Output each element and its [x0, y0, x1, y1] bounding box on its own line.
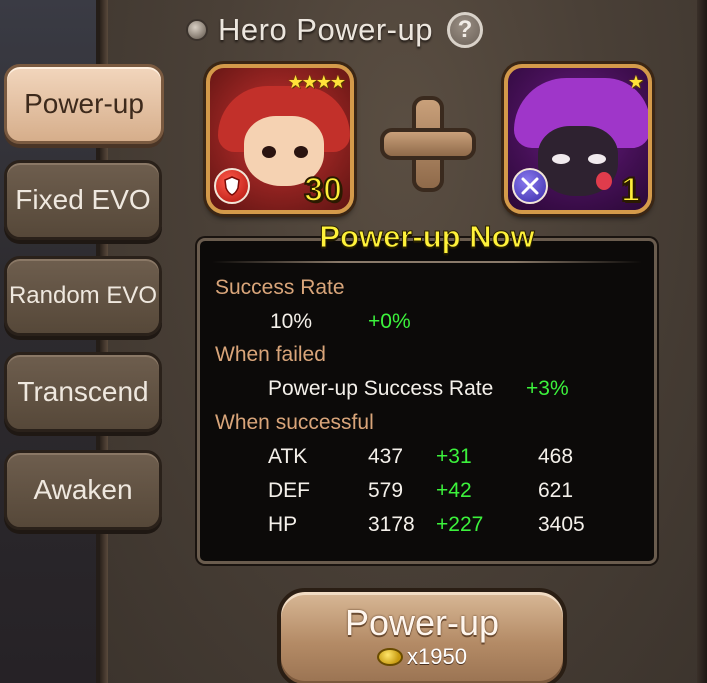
tab-random-evo[interactable]: Random EVO [4, 256, 162, 336]
cost-amount: x1950 [407, 644, 467, 669]
hero-eye-right [294, 146, 308, 158]
tab-power-up[interactable]: Power-up [4, 64, 164, 144]
failed-stat-bonus: +3% [526, 377, 569, 400]
stat-bonus-hp: +227 [436, 513, 484, 536]
hero-level: 30 [303, 170, 343, 210]
shield-icon [214, 168, 250, 204]
when-successful-label: When successful [215, 411, 374, 434]
failed-stat-label: Power-up Success Rate [268, 377, 494, 400]
power-up-info-panel: Power-up Now Success Rate 10% +0% When f… [197, 219, 657, 564]
tab-transcend[interactable]: Transcend [4, 352, 162, 432]
stat-current-hp: 3178 [368, 513, 415, 536]
page-title: Hero Power-up [218, 12, 433, 47]
hero-eye-left [262, 146, 276, 158]
tab-fixed-evo[interactable]: Fixed EVO [4, 160, 162, 240]
panel-right-border [697, 0, 707, 683]
info-title: Power-up Now [319, 219, 535, 255]
main-hero-card[interactable]: ★★★★ 30 [206, 64, 354, 214]
power-up-cost: x1950 [281, 644, 563, 670]
stat-name-def: DEF [268, 479, 310, 502]
material-hero-eye-left [552, 154, 570, 164]
material-star-rating: ★ [627, 72, 644, 92]
stat-current-def: 579 [368, 479, 404, 502]
info-divider [212, 261, 642, 263]
stat-result-hp: 3405 [538, 513, 585, 536]
stat-bonus-atk: +31 [436, 445, 472, 468]
tab-awaken[interactable]: Awaken [4, 450, 162, 530]
material-hero-card[interactable]: ★ 1 [504, 64, 652, 214]
stat-current-atk: 437 [368, 445, 404, 468]
stat-name-atk: ATK [268, 445, 308, 468]
material-hero-eye-right [588, 154, 606, 164]
success-rate-bonus: +0% [368, 310, 411, 333]
material-level: 1 [620, 170, 641, 210]
success-rate-label: Success Rate [215, 276, 345, 299]
crossed-swords-icon [512, 168, 548, 204]
panel-header: Hero Power-up ? [186, 8, 483, 52]
stat-result-def: 621 [538, 479, 574, 502]
success-rate-value: 10% [270, 310, 313, 333]
stat-bonus-def: +42 [436, 479, 472, 502]
material-hero-mouth [596, 172, 612, 190]
header-bullet-icon [186, 19, 208, 41]
help-button[interactable]: ? [446, 12, 483, 48]
power-up-button-label: Power-up [344, 602, 500, 643]
plus-icon [380, 96, 476, 192]
stat-name-hp: HP [268, 513, 298, 536]
power-up-button[interactable]: Power-up x1950 [277, 588, 567, 683]
when-failed-label: When failed [215, 343, 326, 366]
gold-coin-icon [377, 648, 404, 666]
stat-result-atk: 468 [538, 445, 574, 468]
hero-star-rating: ★★★★ [287, 72, 346, 92]
